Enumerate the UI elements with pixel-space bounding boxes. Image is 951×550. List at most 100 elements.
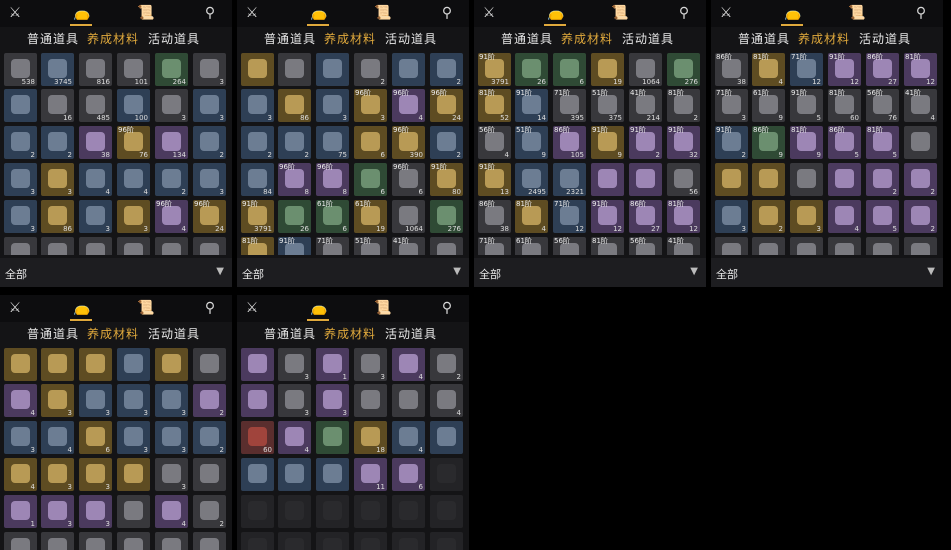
item-slot[interactable]: 81阶 12 bbox=[904, 53, 937, 86]
item-slot[interactable]: 61阶 6 bbox=[316, 200, 349, 233]
item-slot[interactable]: 3 bbox=[41, 163, 74, 196]
crossed-swords-icon[interactable]: ⚔ bbox=[244, 300, 260, 316]
item-slot[interactable] bbox=[828, 237, 861, 255]
item-slot[interactable]: 538 bbox=[4, 53, 37, 86]
item-slot[interactable]: 1 bbox=[316, 348, 349, 381]
item-slot[interactable] bbox=[430, 421, 463, 454]
item-slot[interactable]: 91阶 14 bbox=[515, 89, 548, 122]
item-slot[interactable]: 86 bbox=[41, 200, 74, 233]
item-slot[interactable]: 2 bbox=[4, 126, 37, 159]
item-slot[interactable]: 3745 bbox=[41, 53, 74, 86]
tab-2[interactable]: 养成材料 bbox=[561, 30, 613, 47]
item-slot[interactable] bbox=[392, 53, 425, 86]
item-slot[interactable]: 2 bbox=[41, 126, 74, 159]
tab-1[interactable]: 普通道具 bbox=[264, 325, 316, 342]
item-slot[interactable]: 3 bbox=[193, 89, 226, 122]
item-slot[interactable]: 91阶 12 bbox=[828, 53, 861, 86]
item-slot[interactable]: 86阶 38 bbox=[478, 200, 511, 233]
item-slot[interactable]: 5 bbox=[866, 200, 899, 233]
item-slot[interactable]: 41阶 214 bbox=[629, 89, 662, 122]
item-slot[interactable] bbox=[354, 384, 387, 417]
item-slot[interactable]: 4 bbox=[392, 348, 425, 381]
item-slot[interactable]: 276 bbox=[667, 53, 700, 86]
item-slot[interactable] bbox=[278, 458, 311, 491]
item-slot[interactable] bbox=[41, 348, 74, 381]
item-slot[interactable]: 91阶 bbox=[278, 237, 311, 255]
item-slot[interactable]: 2495 bbox=[515, 163, 548, 196]
item-slot[interactable] bbox=[79, 532, 112, 550]
item-slot[interactable]: 61阶 9 bbox=[752, 89, 785, 122]
item-slot[interactable] bbox=[193, 458, 226, 491]
item-slot[interactable]: 91阶 80 bbox=[430, 163, 463, 196]
item-slot[interactable]: 276 bbox=[430, 200, 463, 233]
item-slot[interactable]: 2 bbox=[193, 126, 226, 159]
item-slot[interactable]: 3 bbox=[354, 348, 387, 381]
scroll-icon[interactable]: 📜 bbox=[374, 300, 391, 316]
item-slot[interactable] bbox=[904, 237, 937, 255]
item-slot[interactable] bbox=[430, 237, 463, 255]
item-slot[interactable]: 6 bbox=[79, 421, 112, 454]
item-slot[interactable]: 2 bbox=[430, 126, 463, 159]
item-slot[interactable] bbox=[155, 348, 188, 381]
item-slot[interactable]: 96阶 8 bbox=[316, 163, 349, 196]
item-slot[interactable] bbox=[241, 532, 274, 550]
item-slot[interactable] bbox=[392, 495, 425, 528]
item-slot[interactable]: 96阶 24 bbox=[430, 89, 463, 122]
item-slot[interactable]: 3 bbox=[155, 458, 188, 491]
item-slot[interactable]: 3 bbox=[715, 200, 748, 233]
item-slot[interactable]: 6 bbox=[392, 458, 425, 491]
item-slot[interactable]: 56阶 4 bbox=[478, 126, 511, 159]
item-slot[interactable]: 4 bbox=[155, 495, 188, 528]
item-slot[interactable]: 91阶 3791 bbox=[241, 200, 274, 233]
item-slot[interactable] bbox=[278, 532, 311, 550]
filter-dropdown[interactable]: 全部 ▼ bbox=[0, 258, 232, 287]
item-slot[interactable]: 71阶 395 bbox=[553, 89, 586, 122]
item-slot[interactable]: 3 bbox=[790, 200, 823, 233]
item-slot[interactable] bbox=[41, 532, 74, 550]
item-slot[interactable]: 86阶 27 bbox=[629, 200, 662, 233]
item-slot[interactable]: 3 bbox=[4, 163, 37, 196]
item-slot[interactable]: 264 bbox=[155, 53, 188, 86]
bag-icon[interactable]: 👝 bbox=[784, 5, 801, 21]
item-slot[interactable] bbox=[241, 458, 274, 491]
item-slot[interactable]: 81阶 5 bbox=[866, 126, 899, 159]
item-slot[interactable] bbox=[866, 237, 899, 255]
item-slot[interactable] bbox=[4, 89, 37, 122]
bag-icon[interactable]: 👝 bbox=[73, 300, 90, 316]
item-slot[interactable]: 96阶 4 bbox=[392, 89, 425, 122]
item-slot[interactable]: 3 bbox=[79, 458, 112, 491]
item-slot[interactable] bbox=[904, 126, 937, 159]
item-slot[interactable]: 3 bbox=[79, 200, 112, 233]
item-slot[interactable] bbox=[41, 237, 74, 255]
item-slot[interactable] bbox=[316, 53, 349, 86]
item-slot[interactable]: 91阶 12 bbox=[591, 200, 624, 233]
item-slot[interactable] bbox=[354, 532, 387, 550]
filter-dropdown[interactable]: 全部 ▼ bbox=[474, 258, 706, 287]
item-slot[interactable]: 3 bbox=[193, 163, 226, 196]
tab-1[interactable]: 普通道具 bbox=[27, 325, 79, 342]
tab-1[interactable]: 普通道具 bbox=[501, 30, 553, 47]
item-slot[interactable] bbox=[278, 53, 311, 86]
item-slot[interactable] bbox=[241, 384, 274, 417]
item-slot[interactable] bbox=[241, 53, 274, 86]
item-slot[interactable]: 3 bbox=[41, 384, 74, 417]
item-slot[interactable] bbox=[4, 348, 37, 381]
item-slot[interactable]: 816 bbox=[79, 53, 112, 86]
item-slot[interactable] bbox=[316, 495, 349, 528]
item-slot[interactable] bbox=[117, 348, 150, 381]
item-slot[interactable]: 86阶 38 bbox=[715, 53, 748, 86]
item-slot[interactable] bbox=[193, 532, 226, 550]
item-slot[interactable] bbox=[629, 163, 662, 196]
item-slot[interactable] bbox=[354, 495, 387, 528]
item-slot[interactable]: 26 bbox=[278, 200, 311, 233]
scroll-icon[interactable]: 📜 bbox=[137, 5, 154, 21]
item-slot[interactable]: 51阶 bbox=[354, 237, 387, 255]
item-slot[interactable] bbox=[117, 458, 150, 491]
tab-2[interactable]: 养成材料 bbox=[324, 325, 376, 342]
item-slot[interactable]: 86阶 5 bbox=[828, 126, 861, 159]
item-slot[interactable]: 41阶 bbox=[392, 237, 425, 255]
item-slot[interactable] bbox=[430, 495, 463, 528]
item-slot[interactable]: 51阶 375 bbox=[591, 89, 624, 122]
item-slot[interactable]: 81阶 4 bbox=[515, 200, 548, 233]
item-slot[interactable]: 96阶 8 bbox=[278, 163, 311, 196]
